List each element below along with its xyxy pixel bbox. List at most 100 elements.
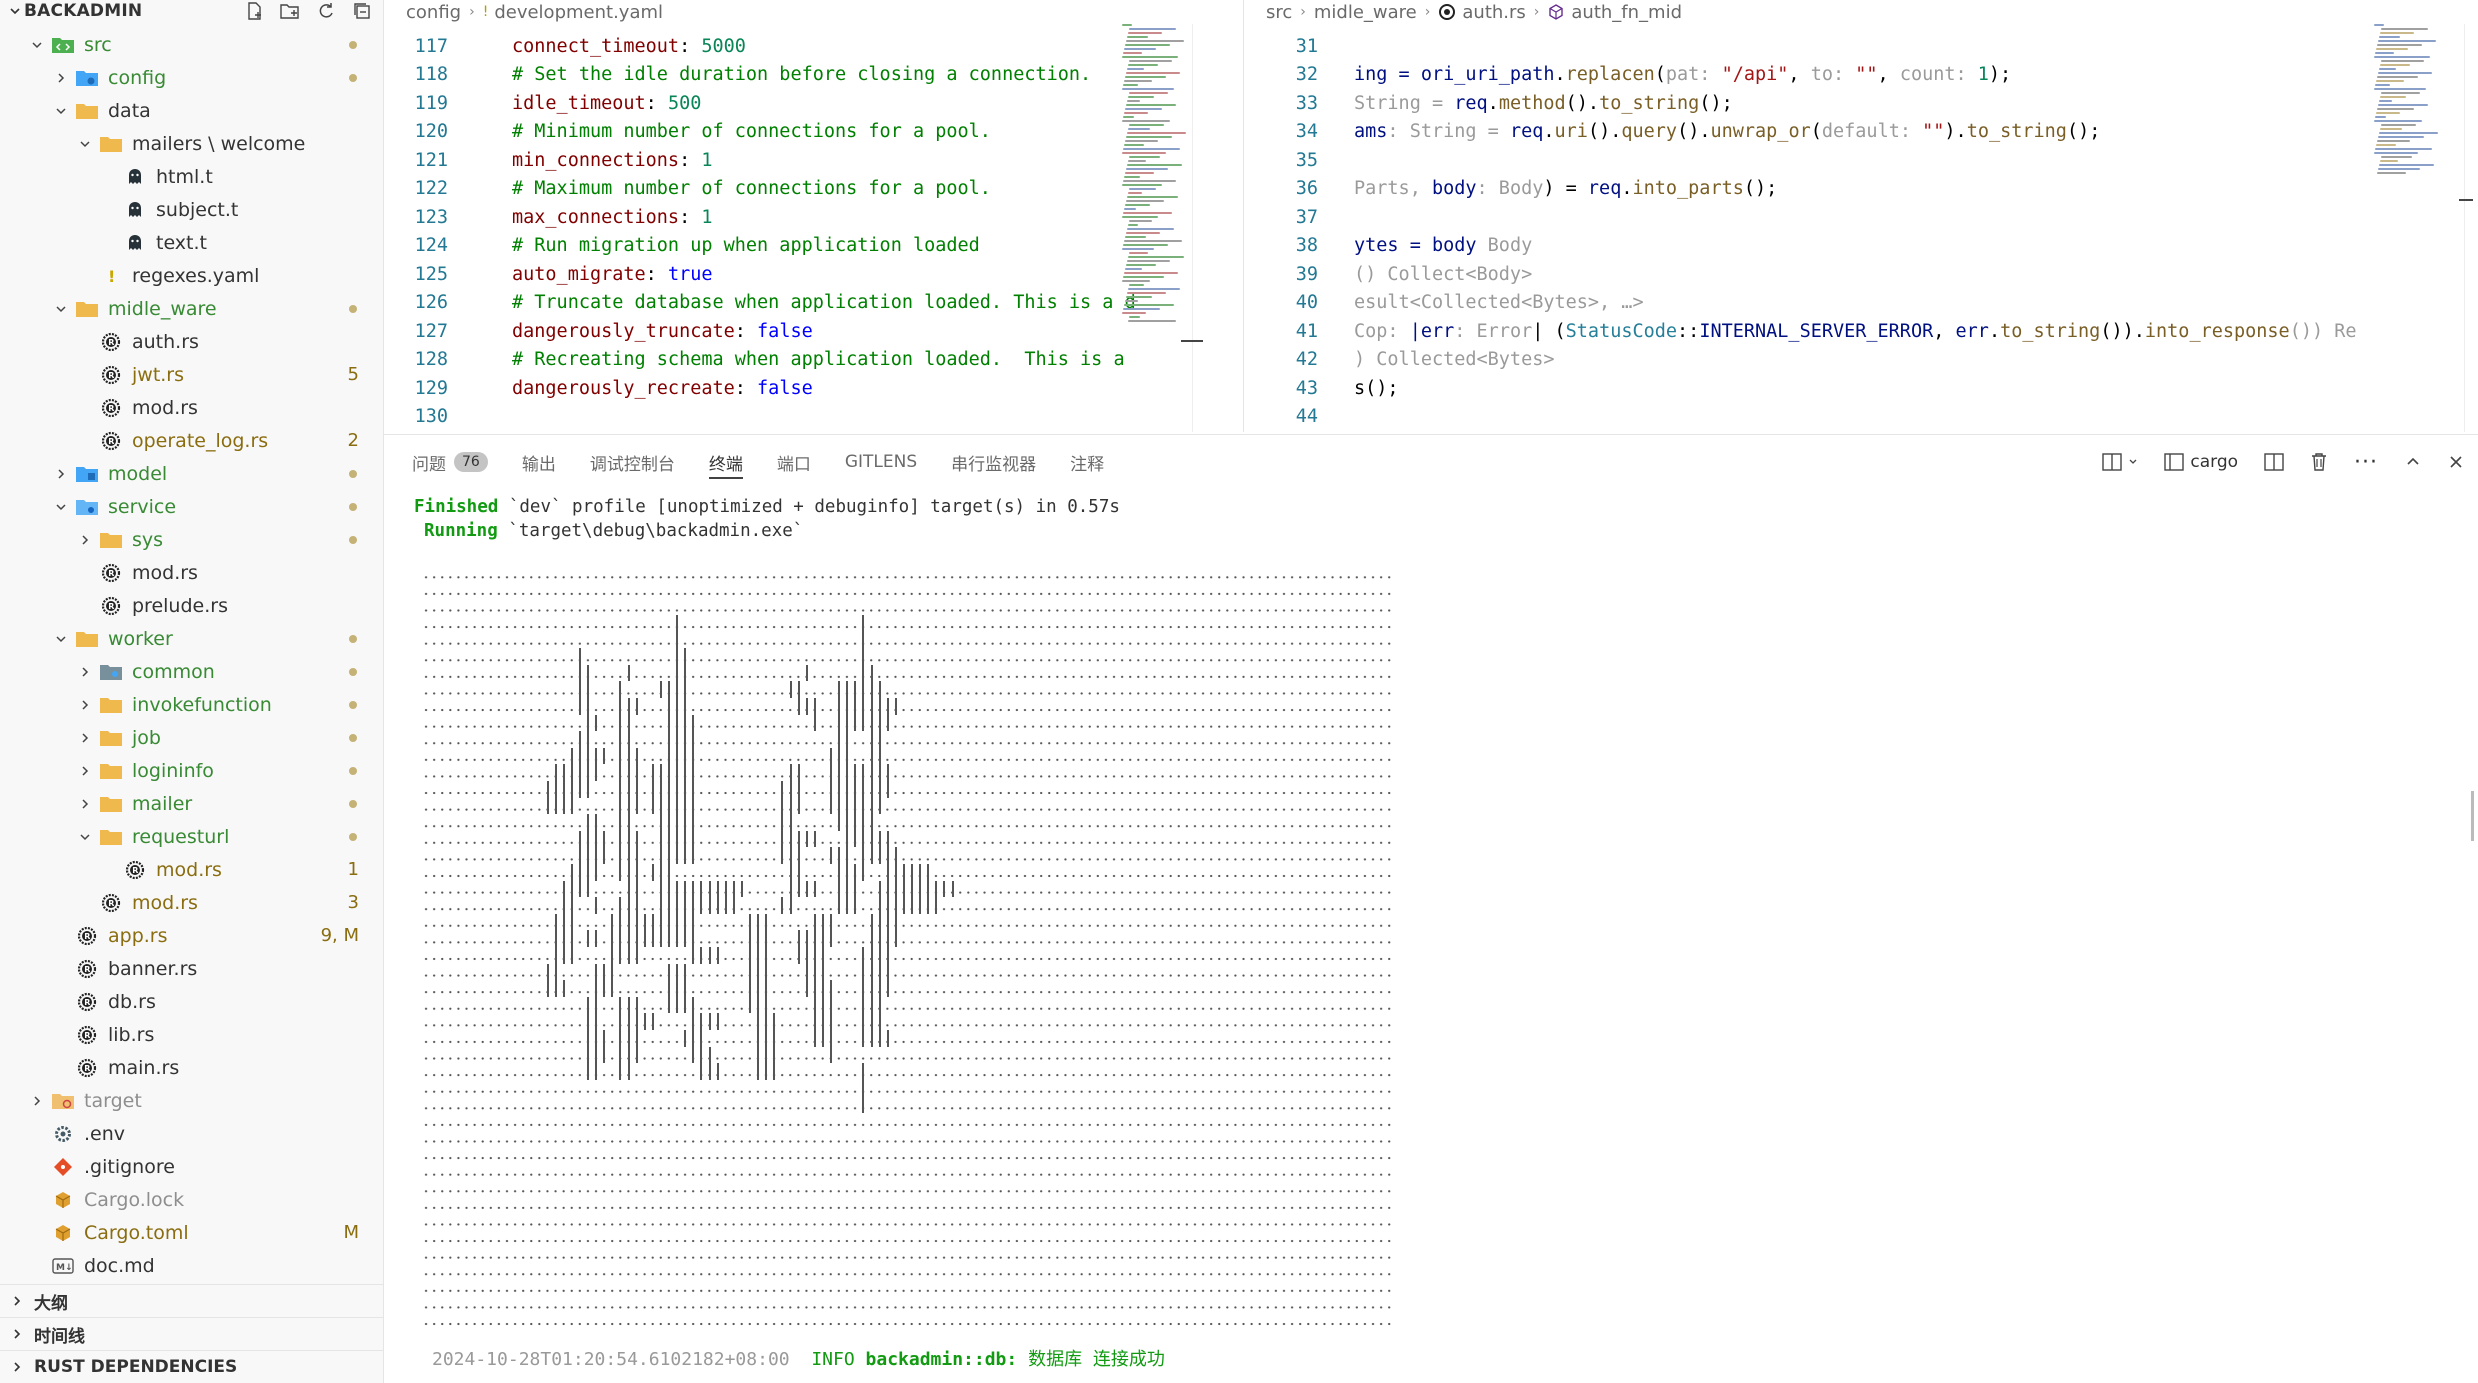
tree-file-item[interactable]: Rlib.rs [0,1018,383,1051]
split-terminal-icon[interactable] [2264,453,2284,471]
ascii-art-stroke [587,1030,589,1047]
tree-file-item[interactable]: Cargo.toml M [0,1216,383,1249]
minimap[interactable] [2374,24,2438,334]
tree-file-item[interactable]: subject.t [0,193,383,226]
code-area[interactable]: 31 32 ing = ori_uri_path.replacen(pat: "/a… [1244,32,2478,432]
panel-tab[interactable]: 注释 [1070,435,1104,489]
panel-tab[interactable]: 终端 [708,435,743,489]
tree-file-item[interactable]: Rdb.rs [0,985,383,1018]
ascii-art-stroke [773,1046,776,1064]
tree-file-item[interactable]: .gitignore [0,1150,383,1183]
tree-file-item[interactable]: Roperate_log.rs 2 [0,424,383,457]
tree-folder-item[interactable]: src [0,28,383,61]
tree-file-item[interactable]: Rbanner.rs [0,952,383,985]
tree-file-item[interactable]: .env [0,1117,383,1150]
tree-folder-item[interactable]: config [0,61,383,94]
tree-folder-item[interactable]: target [0,1084,383,1117]
tree-folder-item[interactable]: worker [0,622,383,655]
code-area[interactable]: 117 connect_timeout: 5000 118 # Set the idl… [384,32,1243,431]
terminal-selector[interactable]: cargo [2164,452,2238,472]
tree-file-item[interactable]: Rauth.rs [0,325,383,358]
tree-folder-item[interactable]: data [0,94,383,127]
ascii-art-stroke [805,963,808,981]
ascii-art-stroke [757,1063,760,1080]
breadcrumb-item[interactable]: development.yaml [494,2,663,23]
tree-folder-item[interactable]: requesturl [0,820,383,853]
editor-development-yaml[interactable]: config › ! development.yaml 117 connect_t… [384,0,1244,432]
breadcrumb-item[interactable]: config [406,2,461,23]
tree-file-item[interactable]: ! regexes.yaml [0,259,383,292]
scrollbar[interactable] [2459,24,2478,432]
folder-icon [98,826,124,848]
tree-file-item[interactable]: Rjwt.rs 5 [0,358,383,391]
terminal-output[interactable]: Finished `dev` profile [unoptimized + de… [414,495,2438,1383]
collapse-all-icon[interactable] [351,0,373,22]
panel-tab[interactable]: 调试控制台 [590,435,675,489]
ascii-art-stroke [854,897,857,914]
tree-file-item[interactable]: M↓ doc.md [0,1249,383,1282]
section-outline[interactable]: 大纲 [0,1284,383,1317]
tree-file-item[interactable]: text.t [0,226,383,259]
minimap-line [1123,276,1164,278]
minimap-line [2375,116,2386,118]
tree-folder-item[interactable]: mailers \ welcome [0,127,383,160]
refresh-icon[interactable] [315,0,337,22]
ascii-art-stroke [611,913,614,931]
panel-tab[interactable]: GITLENS [845,435,917,489]
tree-folder-item[interactable]: logininfo [0,754,383,787]
scrollbar[interactable] [1181,24,1206,432]
tree-file-item[interactable]: Rapp.rs 9, M [0,919,383,952]
breadcrumb-item[interactable]: auth_fn_mid [1571,2,1682,23]
breadcrumb-item[interactable]: src [1266,2,1292,23]
close-icon[interactable] [2448,454,2464,470]
tree-file-item[interactable]: Rmain.rs [0,1051,383,1084]
tree-folder-item[interactable]: invokefunction [0,688,383,721]
tree-folder-item[interactable]: mailer [0,787,383,820]
panel-tab[interactable]: 输出 [522,435,556,489]
panel-tab[interactable]: 问题 76 [412,435,488,489]
minimap-line [1127,68,1144,70]
trash-icon[interactable] [2310,452,2328,472]
ascii-art-stroke [684,996,687,1014]
ascii-art-stroke [886,764,889,781]
tree-folder-item[interactable]: model [0,457,383,490]
section-rust-dependencies[interactable]: RUST DEPENDENCIES [0,1350,383,1383]
ascii-art-stroke [659,913,662,931]
tree-file-item[interactable]: Rmod.rs 1 [0,853,383,886]
tree-file-item[interactable]: Rprelude.rs [0,589,383,622]
chevron-up-icon[interactable] [2404,453,2422,471]
breadcrumb-item[interactable]: midle_ware [1314,2,1417,23]
tree-folder-item[interactable]: common [0,655,383,688]
new-file-icon[interactable] [243,0,265,22]
section-timeline[interactable]: 时间线 [0,1317,383,1350]
minimap-line [1122,248,1154,250]
ascii-art-stroke [700,880,703,898]
minimap[interactable] [1122,24,1186,334]
layout-toggle-icon[interactable] [2102,453,2138,471]
panel-tab[interactable]: 串行监视器 [951,435,1036,489]
tree-file-item[interactable]: Rmod.rs 3 [0,886,383,919]
tree-file-item[interactable]: Cargo.lock [0,1183,383,1216]
code-line: 40 esult<Collected<Bytes>, …> [1244,289,2478,318]
tree-folder-item[interactable]: job [0,721,383,754]
minimap-line [1123,52,1142,54]
tree-folder-item[interactable]: midle_ware [0,292,383,325]
tree-file-item[interactable]: Rmod.rs [0,556,383,589]
ascii-art-stroke [595,1013,598,1030]
minimap-line [2375,52,2394,54]
more-actions-icon[interactable]: ··· [2354,450,2378,475]
breadcrumb-item[interactable]: auth.rs [1462,2,1525,23]
tree-file-item[interactable]: html.t [0,160,383,193]
ascii-art-stroke [813,714,816,732]
panel-tab[interactable]: 端口 [777,435,811,489]
editor-auth-rs[interactable]: src › midle_ware › auth.rs › auth_fn_mid… [1244,0,2478,432]
rust-file-icon: R [98,397,124,419]
tree-folder-item[interactable]: sys [0,523,383,556]
code-token: req [1509,121,1544,143]
chevron-down-icon[interactable] [8,4,24,18]
code-token: into_response [2144,320,2290,342]
tree-file-item[interactable]: Rmod.rs [0,391,383,424]
tree-folder-item[interactable]: service [0,490,383,523]
terminal-scrollbar[interactable] [2471,791,2474,841]
new-folder-icon[interactable] [279,0,301,22]
